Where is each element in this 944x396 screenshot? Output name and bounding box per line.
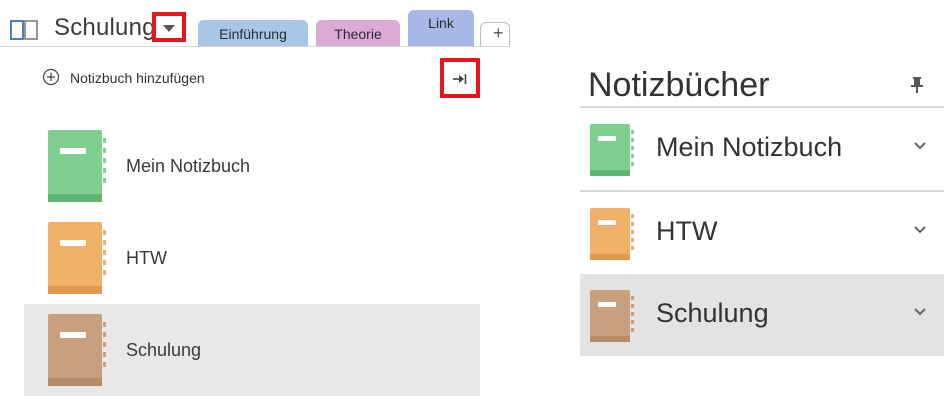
- notebook-picker-popup: Schulung Einführung Theorie Link + Notiz…: [0, 0, 510, 396]
- tab-link[interactable]: Link: [408, 10, 474, 46]
- notebook-orange-icon: [48, 222, 106, 294]
- notebook-green-icon: [48, 130, 106, 202]
- notebook-orange-icon: [590, 208, 634, 260]
- notebook-header-bar: Schulung Einführung Theorie Link +: [0, 0, 510, 48]
- pane-title: Notizbücher: [588, 66, 770, 104]
- pin-pane-button[interactable]: [440, 58, 480, 98]
- chevron-down-icon[interactable]: [914, 308, 926, 316]
- chevron-down-icon: [163, 25, 175, 32]
- tab-theorie[interactable]: Theorie: [316, 20, 400, 46]
- notebook-label: HTW: [656, 216, 718, 246]
- add-notebook-label: Notizbuch hinzufügen: [70, 70, 205, 86]
- notebook-label: Schulung: [126, 340, 202, 360]
- header-divider: [0, 46, 510, 47]
- notebooks-pane: Notizbücher Mein Notizbuch HTW Schulung: [580, 48, 944, 396]
- notebook-item-schulung[interactable]: Schulung: [24, 304, 480, 396]
- current-notebook-name[interactable]: Schulung: [54, 14, 156, 42]
- notebook-dropdown-button[interactable]: [152, 12, 186, 42]
- pushpin-icon[interactable]: [910, 76, 924, 94]
- notebook-brown-icon: [48, 314, 106, 386]
- pin-icon: [453, 74, 467, 84]
- notebook-label: Schulung: [656, 298, 769, 328]
- tab-einfuehrung[interactable]: Einführung: [198, 20, 308, 46]
- notebook-green-icon: [590, 124, 634, 176]
- plus-icon: +: [493, 23, 504, 43]
- chevron-down-icon[interactable]: [914, 226, 926, 234]
- plus-circle-icon: [42, 68, 60, 86]
- notebook-item-schulung[interactable]: Schulung: [580, 274, 944, 356]
- notebook-item-htw[interactable]: HTW: [24, 212, 480, 304]
- notebook-item-mein-notizbuch[interactable]: Mein Notizbuch: [580, 108, 944, 190]
- notebook-label: Mein Notizbuch: [126, 156, 251, 176]
- add-section-tab[interactable]: +: [480, 22, 510, 46]
- chevron-down-icon[interactable]: [914, 142, 926, 150]
- notebook-label: HTW: [126, 248, 167, 268]
- notebook-label: Mein Notizbuch: [656, 132, 843, 162]
- notebook-outline-icon: [10, 20, 38, 40]
- notebook-item-mein-notizbuch[interactable]: Mein Notizbuch: [24, 120, 480, 212]
- notebook-brown-icon: [590, 290, 634, 342]
- notebook-item-htw[interactable]: HTW: [580, 192, 944, 274]
